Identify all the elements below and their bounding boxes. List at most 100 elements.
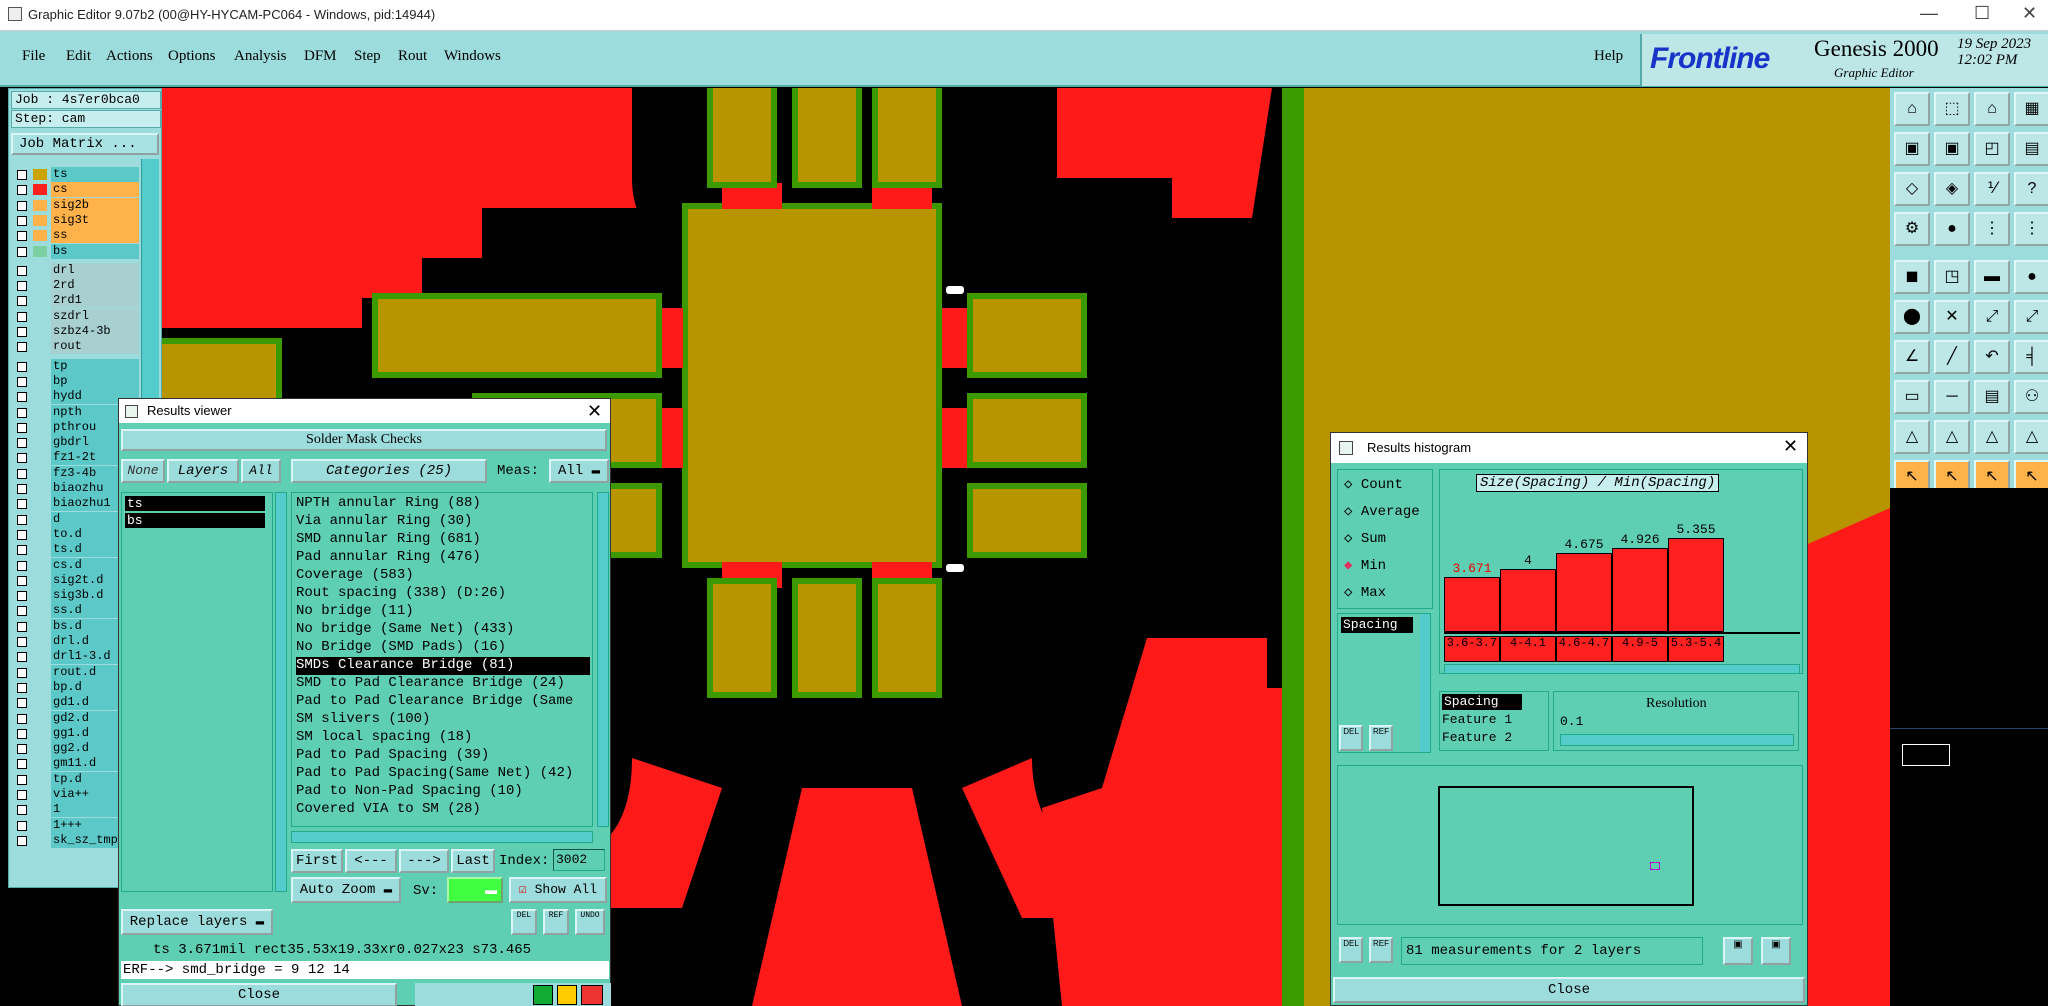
- layers-button[interactable]: Layers: [167, 459, 239, 483]
- bar-range-label[interactable]: 4.6-4.7: [1556, 636, 1612, 662]
- tool-icon[interactable]: [557, 985, 577, 1005]
- menu-rout[interactable]: Rout: [398, 48, 427, 65]
- measure-feature1[interactable]: Feature 1: [1442, 712, 1512, 727]
- layer-checkbox[interactable]: [17, 265, 27, 276]
- layer-checkbox[interactable]: [17, 407, 27, 418]
- select-box-icon[interactable]: ◼: [1894, 260, 1930, 294]
- layer-checkbox[interactable]: [17, 652, 27, 663]
- minimize-button[interactable]: —: [1920, 3, 1938, 24]
- house-icon[interactable]: ⌂: [1974, 92, 2010, 126]
- categories-button[interactable]: Categories (25): [291, 459, 487, 483]
- hist-tool-button[interactable]: ▣: [1761, 937, 1791, 965]
- layer-checkbox[interactable]: [17, 682, 27, 693]
- layer-checkbox[interactable]: [17, 575, 27, 586]
- ref-button[interactable]: REF: [543, 909, 569, 935]
- layer-name[interactable]: tp: [51, 358, 139, 374]
- option-average[interactable]: ◇ Average: [1344, 503, 1420, 520]
- overview-viewport[interactable]: [1902, 744, 1950, 766]
- layer-checkbox[interactable]: [17, 698, 27, 709]
- hist-tool-button[interactable]: ▣: [1723, 937, 1753, 965]
- histogram-bar[interactable]: [1668, 537, 1724, 632]
- solder-mask-checks-heading[interactable]: Solder Mask Checks: [121, 429, 607, 451]
- layer-row[interactable]: szbz4-3b: [11, 324, 139, 339]
- layer-name[interactable]: bs: [51, 243, 139, 259]
- layer-row[interactable]: 2rd1: [11, 293, 139, 309]
- menu-options[interactable]: Options: [168, 48, 216, 65]
- layer-checkbox[interactable]: [17, 361, 27, 372]
- layer-checkbox[interactable]: [17, 591, 27, 602]
- index-input[interactable]: 3002: [553, 849, 605, 871]
- layer-checkbox[interactable]: [17, 621, 27, 632]
- snap-icon[interactable]: ◰: [1974, 132, 2010, 166]
- prev-button[interactable]: <---: [345, 849, 397, 873]
- measure-spacing[interactable]: Spacing: [1442, 694, 1522, 710]
- histogram-bar[interactable]: [1612, 547, 1668, 632]
- layer-name[interactable]: 2rd: [51, 278, 139, 294]
- dash-icon[interactable]: ─: [1934, 380, 1970, 414]
- layer-name[interactable]: drl: [51, 262, 139, 278]
- del-button[interactable]: DEL: [511, 909, 537, 935]
- meas-dropdown[interactable]: All ▬: [549, 459, 609, 483]
- chart-hscrollbar[interactable]: [1444, 664, 1800, 674]
- close-button[interactable]: ✕: [2022, 3, 2037, 24]
- job-matrix-button[interactable]: Job Matrix ...: [11, 133, 159, 155]
- layer-row[interactable]: ts: [11, 167, 139, 182]
- layer-checkbox[interactable]: [17, 422, 27, 433]
- last-button[interactable]: Last: [451, 849, 495, 873]
- frame-icon[interactable]: ▣: [1934, 132, 1970, 166]
- layer-name[interactable]: szdrl: [51, 308, 139, 324]
- layer-checkbox[interactable]: [17, 327, 27, 337]
- layer-row[interactable]: szdrl: [11, 308, 139, 324]
- layer-row[interactable]: drl: [11, 262, 139, 278]
- edge-icon[interactable]: ⤢: [1974, 300, 2010, 334]
- home-icon[interactable]: ⌂: [1894, 92, 1930, 126]
- layer-checkbox[interactable]: [17, 774, 27, 785]
- layer-checkbox[interactable]: [17, 392, 27, 403]
- menu-file[interactable]: File: [22, 48, 45, 65]
- undo-button[interactable]: UNDO: [575, 909, 605, 935]
- layer-checkbox[interactable]: [17, 667, 27, 678]
- layer-row[interactable]: bs: [11, 243, 139, 259]
- category-item[interactable]: Covered VIA to SM (28): [296, 801, 481, 819]
- category-item[interactable]: No Bridge (SMD Pads) (16): [296, 639, 506, 657]
- dot-icon[interactable]: ●: [2014, 260, 2048, 294]
- layer-checkbox[interactable]: [17, 281, 27, 292]
- layer-checkbox[interactable]: [17, 514, 27, 525]
- maximize-button[interactable]: ☐: [1974, 3, 1990, 24]
- rv-layer-item[interactable]: ts: [125, 496, 265, 511]
- rv-layer-scrollbar[interactable]: [275, 492, 287, 892]
- layer-name[interactable]: sig2b: [51, 197, 139, 213]
- layer-checkbox[interactable]: [17, 744, 27, 755]
- menu-dfm[interactable]: DFM: [304, 48, 337, 65]
- category-item[interactable]: SMD annular Ring (681): [296, 531, 481, 549]
- zoom-area-icon[interactable]: ◈: [1934, 172, 1970, 206]
- layer-name[interactable]: szbz4-3b: [51, 324, 139, 339]
- layer-checkbox[interactable]: [17, 560, 27, 571]
- option-sum[interactable]: ◇ Sum: [1344, 530, 1386, 547]
- layer-name[interactable]: bp: [51, 373, 139, 389]
- menu-analysis[interactable]: Analysis: [234, 48, 287, 65]
- shape-icon[interactable]: ⚇: [2014, 380, 2048, 414]
- layer-row[interactable]: rout: [11, 339, 139, 355]
- pattern-icon[interactable]: ▤: [1974, 380, 2010, 414]
- tool-icon[interactable]: [581, 985, 603, 1005]
- layer-checkbox[interactable]: [17, 246, 27, 257]
- layer-name[interactable]: sig3t: [51, 212, 139, 228]
- line-icon[interactable]: ▬: [1974, 260, 2010, 294]
- bar-range-label[interactable]: 4-4.1: [1500, 636, 1556, 662]
- show-all-checkbox[interactable]: ☑ Show All: [509, 877, 607, 903]
- layer-checkbox[interactable]: [17, 545, 27, 556]
- resolution-slider[interactable]: [1560, 734, 1794, 746]
- measure-icon[interactable]: ⋮: [1974, 212, 2010, 246]
- first-button[interactable]: First: [291, 849, 343, 873]
- layer-row[interactable]: sig3t: [11, 212, 139, 228]
- layer-checkbox[interactable]: [17, 820, 27, 831]
- category-item[interactable]: Pad to Pad Spacing (39): [296, 747, 489, 765]
- menu-step[interactable]: Step: [354, 48, 381, 65]
- arc-icon[interactable]: ↶: [1974, 340, 2010, 374]
- results-viewer-close-icon[interactable]: ✕: [587, 401, 602, 422]
- measure-icon[interactable]: ⋮: [2014, 212, 2048, 246]
- scale-icon[interactable]: ⅟: [1974, 172, 2010, 206]
- sv-color-selector[interactable]: ▬: [447, 877, 503, 903]
- hist-del-button[interactable]: DEL: [1339, 725, 1363, 751]
